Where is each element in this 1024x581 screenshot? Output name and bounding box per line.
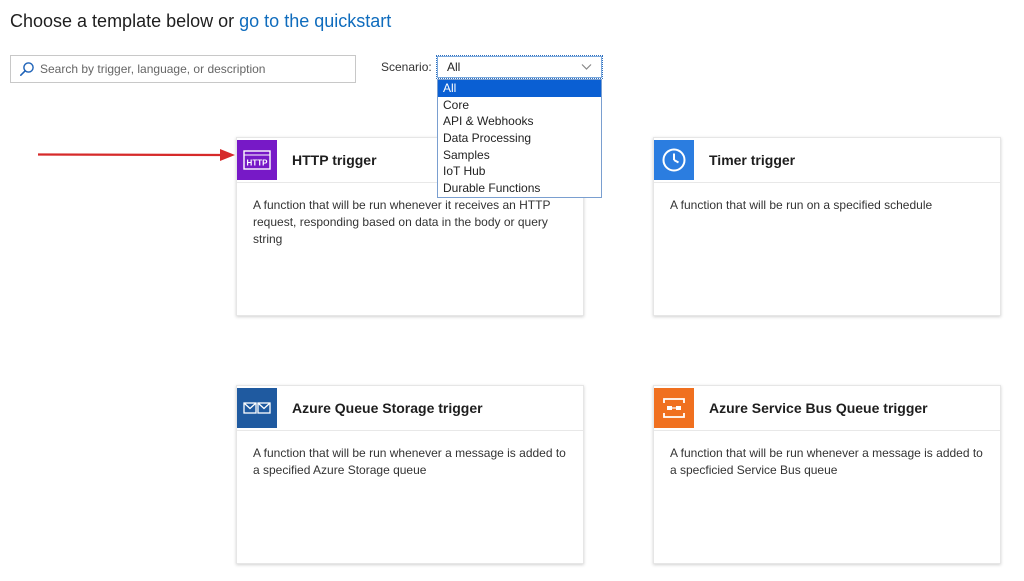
clock-icon (654, 139, 694, 180)
queue-storage-icon (237, 387, 277, 428)
template-card-timer-trigger[interactable]: Timer trigger A function that will be ru… (653, 137, 1001, 316)
search-icon (19, 62, 34, 76)
scenario-option-samples[interactable]: Samples (438, 147, 601, 164)
scenario-option-data-processing[interactable]: Data Processing (438, 130, 601, 147)
scenario-dropdown-list: All Core API & Webhooks Data Processing … (437, 79, 602, 198)
quickstart-link[interactable]: go to the quickstart (239, 11, 391, 31)
chevron-down-icon (581, 64, 592, 70)
card-description: A function that will be run whenever a m… (670, 446, 983, 477)
card-description: A function that will be run on a specifi… (670, 198, 933, 212)
template-card-azure-queue-storage-trigger[interactable]: Azure Queue Storage trigger A function t… (236, 385, 584, 564)
search-input[interactable] (40, 57, 355, 81)
http-icon: HTTP (237, 139, 277, 180)
card-title: HTTP trigger (292, 152, 377, 168)
service-bus-icon (654, 387, 694, 428)
scenario-option-durable-functions[interactable]: Durable Functions (438, 180, 601, 197)
scenario-select[interactable]: All (436, 55, 603, 79)
card-title: Azure Service Bus Queue trigger (709, 400, 928, 416)
template-picker-page: Choose a template below or go to the qui… (0, 0, 1024, 581)
svg-text:HTTP: HTTP (247, 158, 269, 167)
heading-text: Choose a template below or (10, 11, 235, 31)
card-title: Azure Queue Storage trigger (292, 400, 483, 416)
card-title: Timer trigger (709, 152, 796, 168)
scenario-option-api-webhooks[interactable]: API & Webhooks (438, 113, 601, 130)
card-description: A function that will be run whenever a m… (253, 446, 566, 477)
annotation-arrow (38, 149, 235, 161)
search-box[interactable] (10, 55, 356, 83)
card-header: Timer trigger (654, 138, 1000, 183)
scenario-option-all[interactable]: All (438, 80, 601, 97)
card-header: Azure Service Bus Queue trigger (654, 386, 1000, 431)
scenario-label: Scenario: (381, 60, 432, 74)
template-card-azure-service-bus-queue-trigger[interactable]: Azure Service Bus Queue trigger A functi… (653, 385, 1001, 564)
scenario-option-iot-hub[interactable]: IoT Hub (438, 163, 601, 180)
scenario-selected-value: All (447, 60, 461, 74)
page-heading: Choose a template below or go to the qui… (10, 9, 391, 33)
scenario-option-core[interactable]: Core (438, 97, 601, 114)
card-header: Azure Queue Storage trigger (237, 386, 583, 431)
